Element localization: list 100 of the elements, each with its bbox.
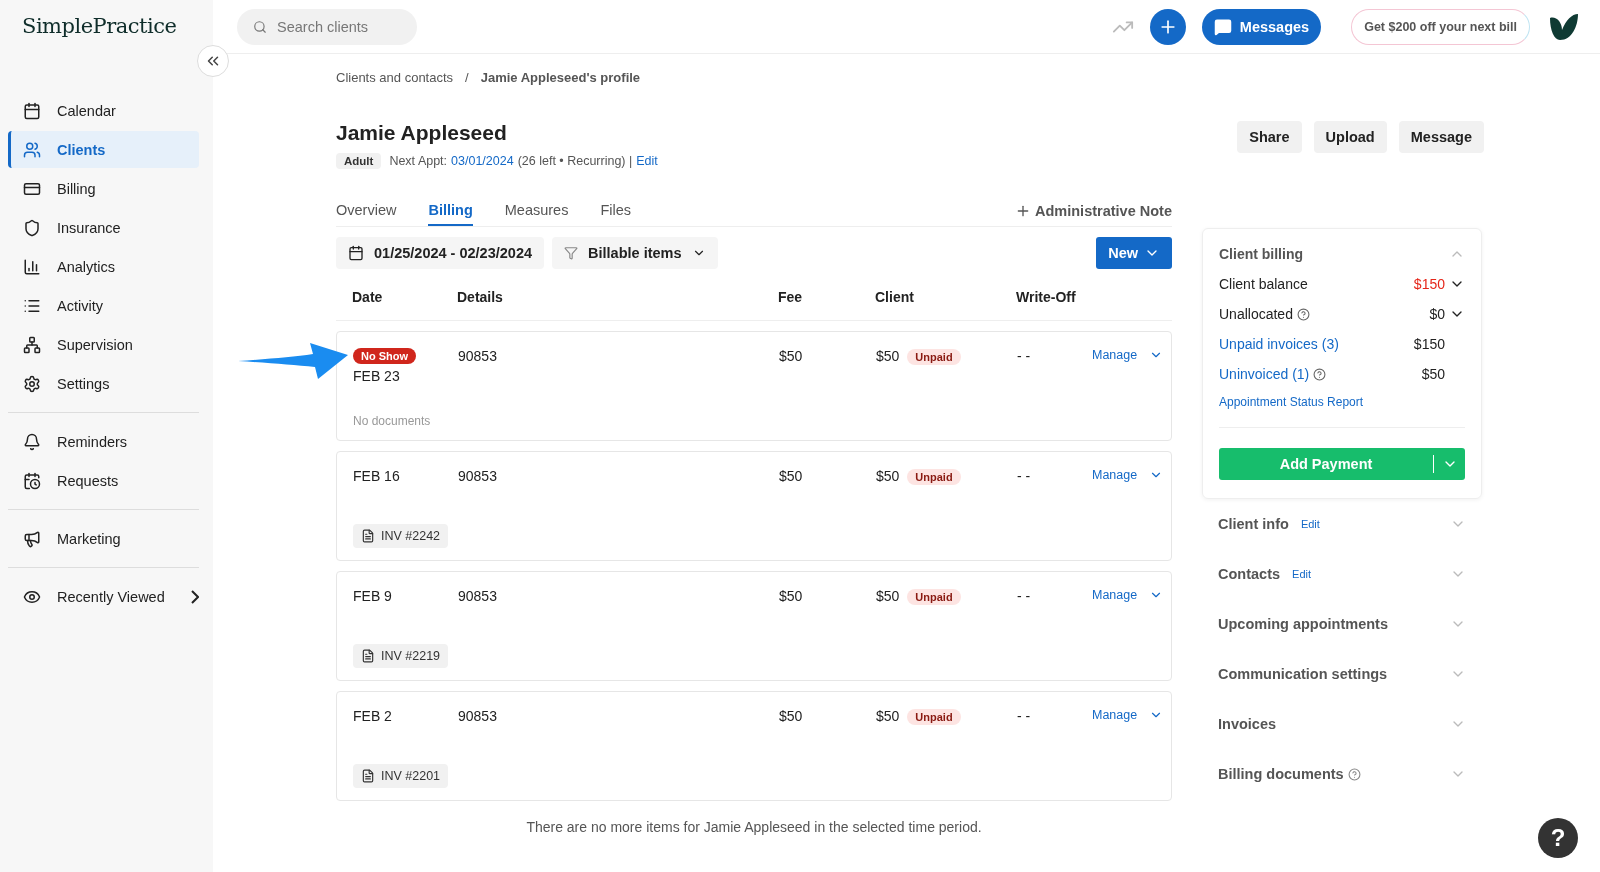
tab[interactable]: Files [600,195,632,226]
collapse-button[interactable] [197,45,229,77]
status-badge: No Show [353,348,417,364]
sidebar-item[interactable]: Settings [8,365,199,402]
write-off-cell-text: - - [1017,468,1032,484]
tab[interactable]: Measures [504,195,569,226]
calendar-icon [348,245,364,261]
client-tag: Adult [336,153,382,169]
unpaid-badge: Unpaid [907,349,961,365]
manage-button[interactable]: Manage [1092,708,1164,722]
unpaid-badge: Unpaid [907,709,961,725]
billing-link[interactable]: Uninvoiced (1) [1219,366,1310,382]
hierarchy-icon [23,335,41,354]
search-icon [253,19,267,34]
sidebar-item[interactable]: Insurance [8,209,199,246]
date-cell: FEB 9 [353,588,392,604]
sidebar-item[interactable]: Billing [8,170,199,207]
billing-value: $150 [1413,276,1445,292]
settings-icon [23,374,41,393]
help-button[interactable]: ? [1538,818,1578,858]
help-icon[interactable] [1347,767,1361,781]
add-note-button[interactable]: Administrative Note [1015,195,1172,226]
document-icon [361,769,375,783]
breadcrumb-item: Jamie Appleseed's profile [480,70,641,85]
fee-cell-text: $50 [779,708,804,724]
section-edit-link[interactable]: Edit [1292,568,1311,580]
invoice-button[interactable]: INV #2201 [353,764,449,788]
manage-button[interactable]: Manage [1092,348,1164,362]
details-cell-text: 90853 [458,468,498,484]
client-cell: $50 [876,348,900,364]
date-range-button[interactable]: 01/25/2024 - 02/23/2024 [336,237,545,269]
section-edit-link[interactable]: Edit [1300,518,1320,530]
breadcrumb-separator: / [465,70,469,85]
breadcrumb-item[interactable]: Clients and contacts [336,70,454,85]
help-icon[interactable] [1313,367,1327,381]
shield-icon [23,218,41,237]
details-cell-text: 90853 [458,348,498,364]
section-title[interactable]: Billing documents [1218,766,1344,782]
billing-value: $0 [1429,306,1445,322]
date-cell: FEB 16 [353,468,400,484]
billing-value: $150 [1413,336,1445,352]
document-icon [361,649,375,663]
section-title[interactable]: Communication settings [1218,666,1388,682]
chevron-right-icon [190,589,199,604]
sidebar-item[interactable]: Recently Viewed [8,578,199,615]
next-appt-info: (26 left • Recurring) | [517,154,633,168]
action-button[interactable]: Share [1237,121,1302,153]
edit-link[interactable]: Edit [636,154,658,168]
client-cell: $50 [876,708,900,724]
bar-chart-icon [23,257,41,276]
billing-link[interactable]: Unpaid invoices (3) [1219,336,1339,352]
column-header: Write-Off [1016,288,1077,305]
empty-period-message: There are no more items for Jamie Appleseed in the selected time period. [525,819,983,835]
details-cell-text: 90853 [458,708,498,724]
calendar-clock-icon [23,471,41,490]
section-title[interactable]: Contacts [1218,566,1281,582]
action-button[interactable]: Message [1398,121,1484,153]
tab[interactable]: Billing [428,195,473,226]
date-cell: FEB 23 [353,368,400,384]
tab[interactable]: Overview [336,195,397,226]
section-title[interactable]: Upcoming appointments [1218,616,1388,632]
help-icon[interactable] [1296,307,1310,321]
sidebar-item[interactable]: Supervision [8,326,199,363]
sidebar-item[interactable]: Clients [8,131,199,168]
client-cell: $50 [876,468,900,484]
sidebar-item[interactable]: Activity [8,287,199,324]
action-button[interactable]: Upload [1313,121,1387,153]
column-header: Date [352,288,384,305]
write-off-cell-text: - - [1017,588,1032,604]
search-field[interactable]: Search clients [237,8,417,45]
sidebar-item[interactable]: Marketing [8,520,199,557]
column-header: Client [875,288,915,305]
invoice-button[interactable]: INV #2219 [353,644,449,668]
write-off-cell-text: - - [1017,708,1032,724]
filter-button[interactable]: Billable items [552,237,718,269]
promo-button[interactable]: Get $200 off your next bill [1351,8,1530,45]
messages-button[interactable]: Messages [1201,8,1322,45]
sidebar-item[interactable]: Requests [8,462,199,499]
sidebar-item[interactable]: Calendar [8,92,199,129]
section-title[interactable]: Invoices [1218,716,1277,732]
report-link[interactable]: Appointment Status Report [1219,395,1465,428]
sidebar-item[interactable]: Analytics [8,248,199,285]
invoice-button[interactable]: INV #2242 [353,524,449,548]
panel-title: Client billing [1219,246,1303,262]
details-cell-text: 90853 [458,588,498,604]
client-cell: $50 [876,588,900,604]
new-button[interactable]: New [1096,237,1172,269]
unpaid-badge: Unpaid [907,469,961,485]
manage-button[interactable]: Manage [1092,588,1164,602]
chat-bubble-icon [1213,17,1232,36]
section-title[interactable]: Client info [1218,516,1289,532]
billing-value: $50 [1421,366,1445,382]
client-name: Jamie Appleseed [336,121,508,145]
billing-label: Client balance [1219,276,1308,292]
bell-icon [23,432,41,451]
add-button[interactable] [1149,8,1186,45]
sidebar-item[interactable]: Reminders [8,423,199,460]
next-appt-link[interactable]: 03/01/2024 [451,154,514,168]
manage-button[interactable]: Manage [1092,468,1164,482]
filter-icon [564,246,579,260]
